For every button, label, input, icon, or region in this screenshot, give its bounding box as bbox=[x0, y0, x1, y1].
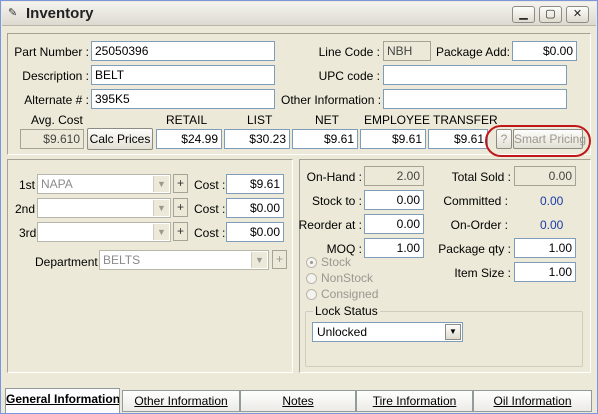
vendor-1-cost-input[interactable]: $9.61 bbox=[226, 174, 284, 194]
chevron-down-icon: ▼ bbox=[153, 200, 169, 216]
avg-cost-input[interactable]: $9.610 bbox=[20, 129, 84, 149]
maximize-button[interactable]: ▢ bbox=[539, 6, 562, 23]
package-add-input[interactable]: $0.00 bbox=[512, 41, 577, 61]
list-input[interactable]: $30.23 bbox=[224, 129, 290, 149]
package-qty-input[interactable]: 1.00 bbox=[514, 238, 576, 258]
vendor-1-label: 1st bbox=[19, 178, 36, 192]
vendor-3-select[interactable]: ▼ bbox=[37, 222, 171, 242]
vendor-1-value: NAPA bbox=[41, 177, 73, 191]
close-icon: ✕ bbox=[572, 8, 583, 20]
description-input[interactable]: BELT bbox=[91, 65, 275, 85]
moq-input[interactable]: 1.00 bbox=[364, 238, 424, 258]
upc-label: UPC code : bbox=[318, 69, 380, 83]
close-button[interactable]: ✕ bbox=[566, 6, 589, 23]
package-add-label: Package Add: bbox=[435, 45, 510, 59]
department-value: BELTS bbox=[103, 253, 141, 267]
window-title: Inventory bbox=[26, 5, 94, 22]
retail-label: RETAIL bbox=[166, 113, 208, 127]
tab-oil-information[interactable]: Oil Information bbox=[473, 390, 592, 412]
vendor-1-add-button[interactable]: + bbox=[173, 174, 188, 193]
radio-icon bbox=[306, 289, 317, 300]
other-information-label: Other Information : bbox=[281, 93, 382, 107]
chevron-down-icon: ▼ bbox=[153, 176, 169, 192]
stock-to-label: Stock to : bbox=[311, 194, 362, 208]
stock-radio[interactable]: Stock bbox=[306, 255, 351, 271]
vendor-2-label: 2nd bbox=[15, 202, 36, 216]
employee-label: EMPLOYEE bbox=[364, 113, 431, 127]
smart-pricing-highlight bbox=[485, 125, 591, 157]
tab-notes[interactable]: Notes bbox=[240, 390, 356, 412]
stock-to-input[interactable]: 0.00 bbox=[364, 190, 424, 210]
part-number-input[interactable]: 25050396 bbox=[91, 41, 275, 61]
other-information-input[interactable] bbox=[383, 89, 567, 109]
package-qty-label: Package qty : bbox=[438, 242, 511, 256]
maximize-icon: ▢ bbox=[545, 8, 556, 20]
radio-selected-icon bbox=[306, 257, 317, 268]
reorder-at-label: Reorder at : bbox=[298, 218, 362, 232]
chevron-down-icon: ▼ bbox=[153, 224, 169, 240]
vendor-3-cost-input[interactable]: $0.00 bbox=[226, 222, 284, 242]
description-label: Description : bbox=[22, 69, 89, 83]
avg-cost-label: Avg. Cost bbox=[31, 113, 83, 127]
on-order-value: 0.00 bbox=[540, 218, 564, 232]
on-hand-label: On-Hand : bbox=[306, 170, 362, 184]
vendor-2-cost-input[interactable]: $0.00 bbox=[226, 198, 284, 218]
total-sold-input[interactable]: 0.00 bbox=[514, 166, 576, 186]
line-code-label: Line Code : bbox=[318, 45, 380, 59]
minimize-button[interactable]: ▁ bbox=[512, 6, 535, 23]
committed-label: Committed : bbox=[443, 194, 508, 208]
tab-other-information[interactable]: Other Information bbox=[122, 390, 240, 412]
vendor-2-cost-label: Cost : bbox=[194, 202, 226, 216]
lock-status-value: Unlocked bbox=[317, 325, 368, 339]
chevron-down-icon: ▼ bbox=[251, 252, 267, 268]
vendor-1-cost-label: Cost : bbox=[194, 178, 226, 192]
lock-status-legend: Lock Status bbox=[313, 304, 380, 318]
inventory-window: ✎ Inventory ▁ ▢ ✕ Part Number : 25050396… bbox=[0, 0, 598, 414]
tab-general-information[interactable]: General Information bbox=[5, 388, 120, 413]
retail-input[interactable]: $24.99 bbox=[156, 129, 222, 149]
department-label: Department : bbox=[35, 255, 105, 269]
committed-value: 0.00 bbox=[540, 194, 564, 208]
vendor-3-label: 3rd bbox=[19, 226, 37, 240]
list-label: LIST bbox=[247, 113, 273, 127]
tab-tire-information[interactable]: Tire Information bbox=[356, 390, 473, 412]
lock-status-select[interactable]: Unlocked ▼ bbox=[312, 322, 463, 342]
vendor-3-cost-label: Cost : bbox=[194, 226, 226, 240]
chevron-down-icon: ▼ bbox=[445, 324, 461, 340]
minimize-icon: ▁ bbox=[519, 8, 528, 20]
on-hand-input[interactable]: 2.00 bbox=[364, 166, 424, 186]
part-number-label: Part Number : bbox=[14, 45, 89, 59]
reorder-at-input[interactable]: 0.00 bbox=[364, 214, 424, 234]
net-label: NET bbox=[315, 113, 339, 127]
alternate-label: Alternate # : bbox=[24, 93, 89, 107]
employee-input[interactable]: $9.61 bbox=[360, 129, 426, 149]
vendor-2-select[interactable]: ▼ bbox=[37, 198, 171, 218]
net-input[interactable]: $9.61 bbox=[292, 129, 358, 149]
consigned-radio[interactable]: Consigned bbox=[306, 287, 378, 303]
total-sold-label: Total Sold : bbox=[451, 170, 511, 184]
transfer-input[interactable]: $9.61 bbox=[428, 129, 488, 149]
line-code-input[interactable]: NBH bbox=[383, 41, 431, 61]
vendor-2-add-button[interactable]: + bbox=[173, 198, 188, 217]
department-select[interactable]: BELTS ▼ bbox=[99, 250, 269, 270]
on-order-label: On-Order : bbox=[450, 218, 508, 232]
item-size-input[interactable]: 1.00 bbox=[514, 262, 576, 282]
nonstock-radio-label: NonStock bbox=[321, 271, 374, 285]
department-add-button[interactable]: + bbox=[272, 250, 287, 269]
transfer-label: TRANSFER bbox=[433, 113, 498, 127]
consigned-radio-label: Consigned bbox=[321, 287, 379, 301]
calc-prices-button[interactable]: Calc Prices bbox=[87, 128, 153, 150]
vendor-3-add-button[interactable]: + bbox=[173, 222, 188, 241]
stock-radio-label: Stock bbox=[321, 255, 352, 269]
app-icon: ✎ bbox=[8, 7, 18, 19]
nonstock-radio[interactable]: NonStock bbox=[306, 271, 373, 287]
vendor-1-select[interactable]: NAPA ▼ bbox=[37, 174, 171, 194]
alternate-input[interactable]: 395K5 bbox=[91, 89, 275, 109]
upc-input[interactable] bbox=[383, 65, 567, 85]
radio-icon bbox=[306, 273, 317, 284]
title-bar[interactable]: ✎ Inventory ▁ ▢ ✕ bbox=[2, 2, 596, 26]
moq-label: MOQ : bbox=[326, 242, 362, 256]
item-size-label: Item Size : bbox=[454, 266, 511, 280]
